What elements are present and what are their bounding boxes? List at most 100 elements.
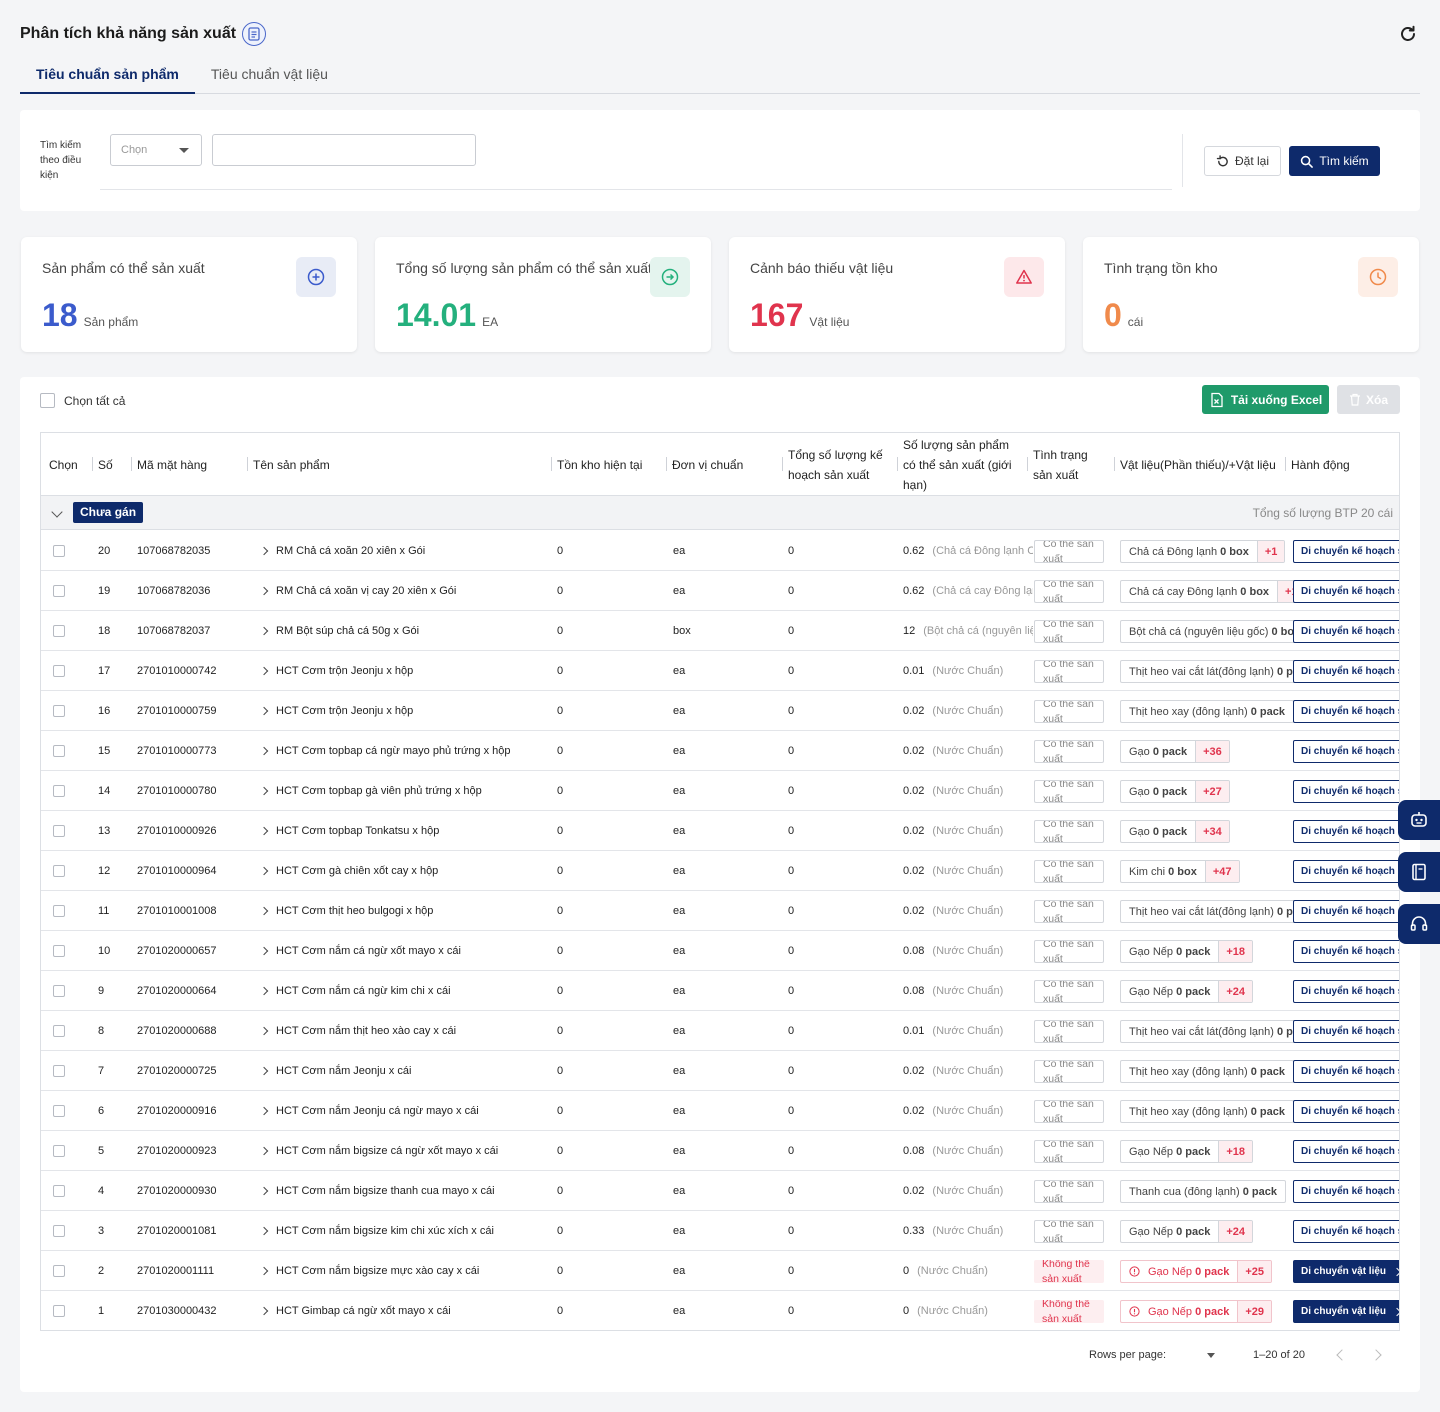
move-material-button[interactable]: Di chuyển vật liệu (1293, 1300, 1399, 1323)
row-checkbox[interactable] (53, 1105, 65, 1117)
row-checkbox[interactable] (53, 1065, 65, 1077)
row-name[interactable]: HCT Cơm trộn Jeonju x hộp (259, 651, 549, 691)
col-name[interactable]: Tên sản phẩm (247, 433, 453, 496)
row-name[interactable]: RM Chả cá xoăn vị cay 20 xiên x Gói (259, 571, 549, 611)
row-name[interactable]: HCT Cơm nắm Jeonju cá ngừ mayo x cái (259, 1091, 549, 1131)
reset-button[interactable]: Đặt lại (1204, 146, 1281, 176)
move-production-plan-button[interactable]: Di chuyển kế hoạch sản xuất (1293, 1060, 1399, 1083)
chevron-right-icon[interactable] (259, 1306, 269, 1316)
table-row[interactable]: 9 2701020000664 HCT Cơm nắm cá ngừ kim chi… (41, 971, 1399, 1011)
table-row[interactable]: 11 2701010001008 HCT Cơm thịt heo bulgogi … (41, 891, 1399, 931)
chevron-right-icon[interactable] (259, 1106, 269, 1116)
move-production-plan-button[interactable]: Di chuyển kế hoạch sản xuất (1293, 660, 1399, 683)
download-excel-button[interactable]: Tải xuống Excel (1202, 385, 1329, 414)
headset-support-icon[interactable] (1398, 904, 1440, 944)
manual-book-icon[interactable] (1398, 852, 1440, 892)
col-stock[interactable]: Tồn kho hiện tại (551, 433, 657, 496)
chevron-right-icon[interactable] (259, 1266, 269, 1276)
chevron-right-icon[interactable] (259, 706, 269, 716)
row-checkbox[interactable] (53, 785, 65, 797)
move-production-plan-button[interactable]: Di chuyển kế hoạch sản xuất (1293, 620, 1399, 643)
prev-page-icon[interactable] (1336, 1349, 1348, 1361)
row-checkbox[interactable] (53, 585, 65, 597)
row-checkbox[interactable] (53, 1225, 65, 1237)
row-name[interactable]: HCT Gimbap cá ngừ xốt mayo x cái (259, 1291, 549, 1330)
move-production-plan-button[interactable]: Di chuyển kế hoạch sản xuất (1293, 540, 1399, 563)
table-row[interactable]: 1 2701030000432 HCT Gimbap cá ngừ xốt mayo… (41, 1291, 1399, 1330)
row-name[interactable]: HCT Cơm gà chiên xốt cay x hộp (259, 851, 549, 891)
row-name[interactable]: HCT Cơm nắm bigsize cá ngừ xốt mayo x cá… (259, 1131, 549, 1171)
chevron-right-icon[interactable] (259, 986, 269, 996)
row-name[interactable]: HCT Cơm trộn Jeonju x hộp (259, 691, 549, 731)
move-production-plan-button[interactable]: Di chuyển kế hoạch sản xuất (1293, 1020, 1399, 1043)
row-checkbox[interactable] (53, 545, 65, 557)
chevron-right-icon[interactable] (259, 906, 269, 916)
row-checkbox[interactable] (53, 825, 65, 837)
search-button[interactable]: Tìm kiếm (1289, 146, 1380, 176)
condition-select[interactable]: Chọn (110, 134, 202, 166)
table-row[interactable]: 5 2701020000923 HCT Cơm nắm bigsize cá ngừ… (41, 1131, 1399, 1171)
group-row[interactable]: Chưa gán Tổng số lượng BTP 20 cái (41, 496, 1399, 530)
search-input[interactable] (212, 134, 476, 166)
tab-product-standard[interactable]: Tiêu chuẩn sản phẩm (20, 58, 195, 94)
chevron-right-icon[interactable] (259, 1066, 269, 1076)
row-checkbox[interactable] (53, 1185, 65, 1197)
chevron-right-icon[interactable] (259, 586, 269, 596)
chevron-right-icon[interactable] (259, 1146, 269, 1156)
row-name[interactable]: HCT Cơm nắm bigsize mực xào cay x cái (259, 1251, 549, 1291)
chevron-down-icon[interactable] (51, 506, 63, 518)
table-row[interactable]: 18 107068782037 RM Bột súp chả cá 50g x Gó… (41, 611, 1399, 651)
chevron-right-icon[interactable] (259, 1026, 269, 1036)
row-name[interactable]: HCT Cơm nắm Jeonju x cái (259, 1051, 549, 1091)
row-name[interactable]: HCT Cơm nắm cá ngừ kim chi x cái (259, 971, 549, 1011)
move-production-plan-button[interactable]: Di chuyển kế hoạch sản xuất (1293, 580, 1399, 603)
refresh-icon[interactable] (1396, 22, 1420, 46)
chevron-right-icon[interactable] (259, 666, 269, 676)
table-row[interactable]: 20 107068782035 RM Chả cá xoăn 20 xiên x G… (41, 531, 1399, 571)
table-row[interactable]: 14 2701010000780 HCT Cơm topbap gà viên ph… (41, 771, 1399, 811)
chevron-right-icon[interactable] (259, 1186, 269, 1196)
chevron-right-icon[interactable] (259, 866, 269, 876)
row-checkbox[interactable] (53, 1025, 65, 1037)
table-row[interactable]: 4 2701020000930 HCT Cơm nắm bigsize thanh … (41, 1171, 1399, 1211)
table-row[interactable]: 15 2701010000773 HCT Cơm topbap cá ngừ may… (41, 731, 1399, 771)
row-checkbox[interactable] (53, 1305, 65, 1317)
row-checkbox[interactable] (53, 665, 65, 677)
col-producible[interactable]: Số lượng sản phẩm có thể sản xuất (giới … (897, 433, 1021, 496)
table-row[interactable]: 19 107068782036 RM Chả cá xoăn vị cay 20 x… (41, 571, 1399, 611)
row-name[interactable]: HCT Cơm thịt heo bulgogi x hộp (259, 891, 549, 931)
table-row[interactable]: 10 2701020000657 HCT Cơm nắm cá ngừ xốt ma… (41, 931, 1399, 971)
row-checkbox[interactable] (53, 1145, 65, 1157)
move-production-plan-button[interactable]: Di chuyển kế hoạch sản xuất (1293, 740, 1399, 763)
row-checkbox[interactable] (53, 905, 65, 917)
table-row[interactable]: 16 2701010000759 HCT Cơm trộn Jeonju x hộp… (41, 691, 1399, 731)
row-name[interactable]: RM Bột súp chả cá 50g x Gói (259, 611, 549, 651)
document-icon[interactable] (242, 22, 267, 46)
move-production-plan-button[interactable]: Di chuyển kế hoạch sản xuất (1293, 780, 1399, 803)
row-checkbox[interactable] (53, 945, 65, 957)
table-row[interactable]: 6 2701020000916 HCT Cơm nắm Jeonju cá ngừ … (41, 1091, 1399, 1131)
row-name[interactable]: HCT Cơm nắm thịt heo xào cay x cái (259, 1011, 549, 1051)
row-checkbox[interactable] (53, 985, 65, 997)
table-row[interactable]: 12 2701010000964 HCT Cơm gà chiên xốt cay … (41, 851, 1399, 891)
move-production-plan-button[interactable]: Di chuyển kế hoạch sản xuất (1293, 1100, 1399, 1123)
row-name[interactable]: HCT Cơm topbap cá ngừ mayo phủ trứng x h… (259, 731, 549, 771)
row-checkbox[interactable] (53, 745, 65, 757)
chevron-right-icon[interactable] (259, 1226, 269, 1236)
chevron-right-icon[interactable] (259, 826, 269, 836)
move-production-plan-button[interactable]: Di chuyển kế hoạch sản xuất (1293, 900, 1399, 923)
move-production-plan-button[interactable]: Di chuyển kế hoạch sản xuất (1293, 1220, 1399, 1243)
delete-button[interactable]: Xóa (1337, 385, 1400, 414)
move-production-plan-button[interactable]: Di chuyển kế hoạch sản xuất (1293, 820, 1399, 843)
move-material-button[interactable]: Di chuyển vật liệu (1293, 1260, 1399, 1283)
col-planned[interactable]: Tổng số lượng kế hoạch sản xuất (782, 433, 888, 496)
row-name[interactable]: HCT Cơm nắm cá ngừ xốt mayo x cái (259, 931, 549, 971)
table-row[interactable]: 3 2701020001081 HCT Cơm nắm bigsize kim ch… (41, 1211, 1399, 1251)
select-all-checkbox[interactable]: Chọn tất cả (40, 393, 125, 408)
move-production-plan-button[interactable]: Di chuyển kế hoạch sản xuất (1293, 940, 1399, 963)
row-checkbox[interactable] (53, 865, 65, 877)
move-production-plan-button[interactable]: Di chuyển kế hoạch sản xuất (1293, 1180, 1399, 1203)
row-checkbox[interactable] (53, 705, 65, 717)
tab-material-standard[interactable]: Tiêu chuẩn vật liệu (195, 58, 344, 94)
row-name[interactable]: RM Chả cá xoăn 20 xiên x Gói (259, 531, 549, 571)
